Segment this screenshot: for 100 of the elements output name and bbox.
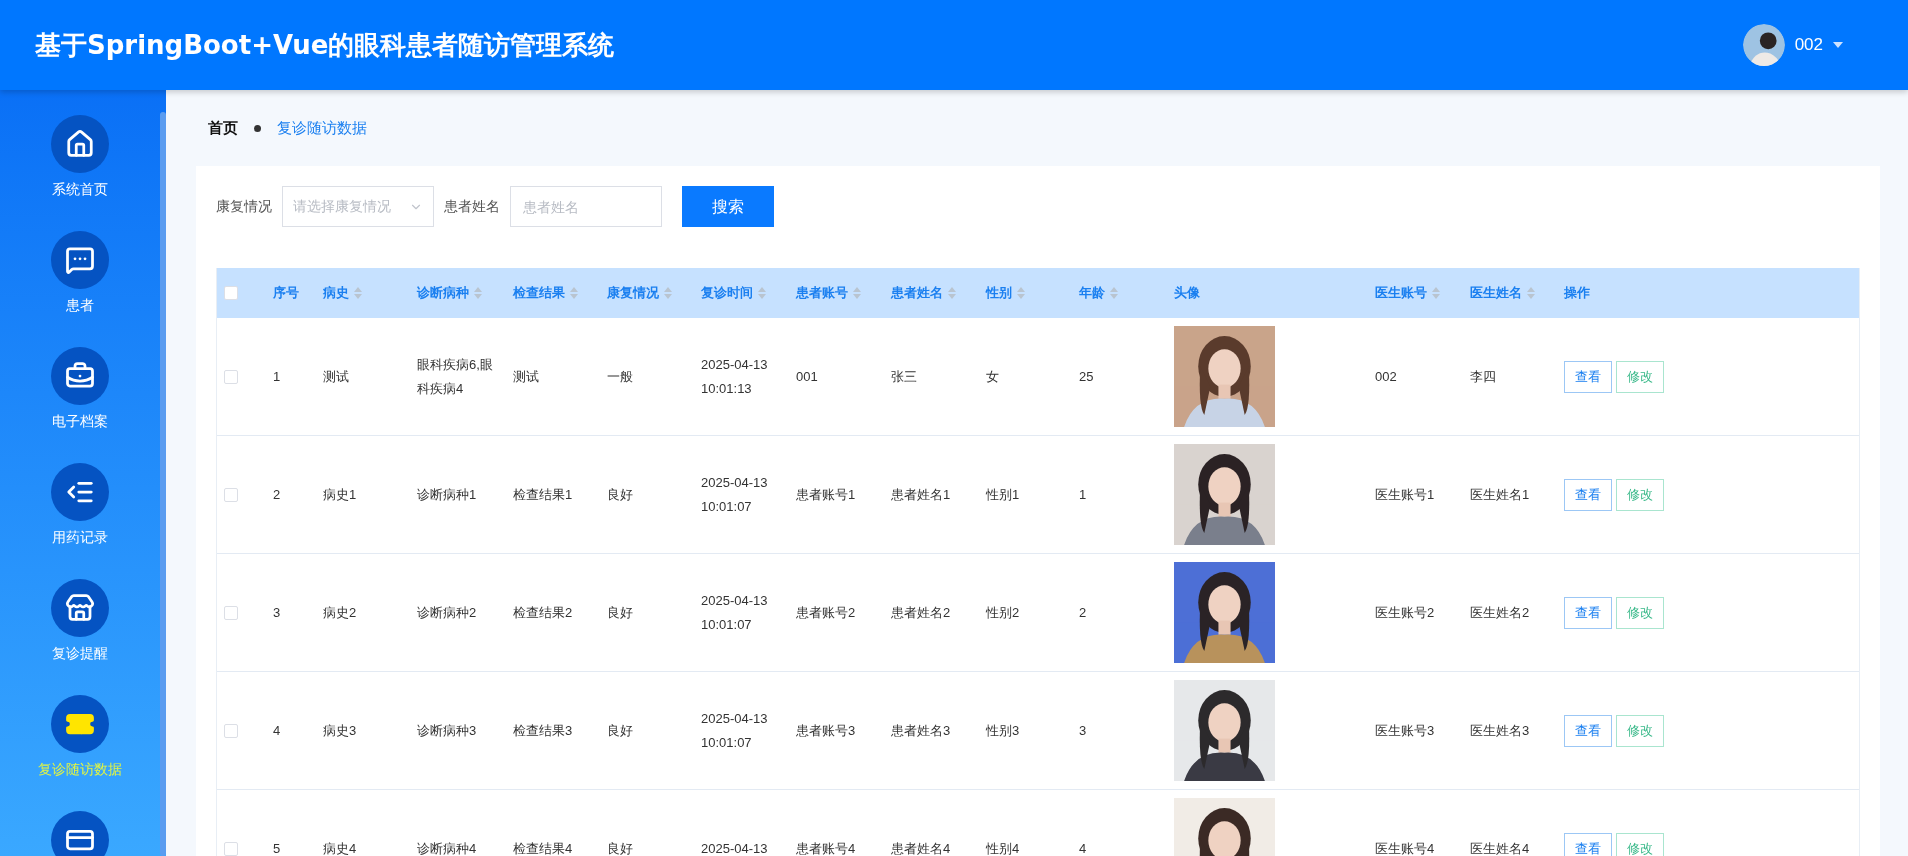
column-header: 检查结果: [513, 284, 565, 303]
table-cell: 2: [273, 486, 281, 502]
sort-icon[interactable]: [1110, 287, 1118, 299]
table-cell: 性别1: [986, 486, 1020, 502]
table-cell: 4: [273, 722, 281, 738]
user-avatar[interactable]: [1742, 24, 1785, 66]
table-cell: 性别3: [986, 722, 1020, 738]
view-button[interactable]: 查看: [1564, 832, 1612, 856]
table-cell: 医生账号1: [1375, 486, 1435, 502]
sort-icon[interactable]: [948, 287, 956, 299]
sidebar-item[interactable]: 复诊随访数据: [5, 695, 155, 780]
edit-button[interactable]: 修改: [1616, 478, 1664, 511]
edit-button[interactable]: 修改: [1616, 714, 1664, 747]
table-cell: 医生姓名2: [1470, 604, 1530, 620]
table-cell: 病史3: [323, 722, 357, 738]
select-field[interactable]: 请选择康复情况: [282, 186, 434, 227]
edit-button[interactable]: 修改: [1616, 832, 1664, 856]
edit-button[interactable]: 修改: [1616, 360, 1664, 393]
table-cell: 诊断病种2: [417, 604, 477, 620]
sort-icon[interactable]: [853, 287, 861, 299]
view-button[interactable]: 查看: [1564, 478, 1612, 511]
checkbox[interactable]: [224, 487, 238, 502]
table-cell: 诊断病种3: [417, 722, 477, 738]
column-header: 操作: [1564, 284, 1590, 303]
breadcrumb-item[interactable]: 首页: [208, 116, 238, 140]
table-cell: 医生姓名1: [1470, 486, 1530, 502]
column-header: 病史: [323, 284, 349, 303]
sidebar-item[interactable]: 患者: [5, 231, 155, 316]
table-cell: 病史1: [323, 486, 357, 502]
view-button[interactable]: 查看: [1564, 360, 1612, 393]
table-cell: 张三: [891, 368, 917, 384]
view-button[interactable]: 查看: [1564, 596, 1612, 629]
table-cell: 2025-04-13 10:01:07: [701, 592, 768, 632]
view-button[interactable]: 查看: [1564, 714, 1612, 747]
table-cell: 检查结果1: [513, 486, 573, 502]
table-cell: 眼科疾病6,眼科疾病4: [417, 356, 493, 396]
sort-icon[interactable]: [474, 287, 482, 299]
table-cell: 李四: [1470, 368, 1496, 384]
checkbox[interactable]: [224, 605, 238, 620]
table-cell: 性别4: [986, 840, 1020, 856]
table-cell: 医生账号4: [1375, 840, 1435, 856]
column-header: 患者账号: [796, 284, 848, 303]
column-header: 头像: [1174, 284, 1200, 303]
table-cell: 患者账号1: [796, 486, 856, 502]
checkbox[interactable]: [224, 369, 238, 384]
column-header: 患者姓名: [891, 284, 943, 303]
checkbox[interactable]: [224, 841, 238, 856]
table-cell: 1: [273, 368, 281, 384]
table-cell: 2025-04-13: [701, 840, 768, 856]
sidebar-item[interactable]: 复诊提醒: [5, 579, 155, 664]
menu-icon: [65, 245, 95, 275]
table-cell: 医生账号2: [1375, 604, 1435, 620]
table-cell: 测试: [513, 368, 539, 384]
table-cell: 检查结果2: [513, 604, 573, 620]
edit-button[interactable]: 修改: [1616, 596, 1664, 629]
column-header: 序号: [273, 284, 299, 303]
table-cell: 患者姓名3: [891, 722, 951, 738]
table-cell: 1: [1079, 486, 1087, 502]
table-cell: 001: [796, 368, 818, 384]
filter-label: 患者姓名: [444, 197, 500, 216]
column-header: 性别: [986, 284, 1012, 303]
menu-icon: [65, 129, 95, 159]
sidebar-item[interactable]: 电子档案: [5, 347, 155, 432]
column-header: 复诊时间: [701, 284, 753, 303]
table-cell: 3: [273, 604, 281, 620]
sort-icon[interactable]: [354, 287, 362, 299]
sidebar-item[interactable]: 系统首页: [5, 115, 155, 200]
table-cell: 诊断病种1: [417, 486, 477, 502]
table-cell: 2: [1079, 604, 1087, 620]
sort-icon[interactable]: [1527, 287, 1535, 299]
breadcrumb-item[interactable]: 复诊随访数据: [277, 116, 367, 140]
table-cell: 女: [986, 368, 999, 384]
table-cell: 医生账号3: [1375, 722, 1435, 738]
sidebar-item[interactable]: 用药记录: [5, 463, 155, 548]
sort-icon[interactable]: [570, 287, 578, 299]
table-cell: 良好: [607, 486, 633, 502]
table-cell: 2025-04-13 10:01:07: [701, 474, 768, 514]
table-cell: 患者姓名1: [891, 486, 951, 502]
caret-icon[interactable]: [1833, 42, 1843, 48]
column-header: 医生账号: [1375, 284, 1427, 303]
filter-label: 康复情况: [216, 197, 272, 216]
column-header: 诊断病种: [417, 284, 469, 303]
checkbox[interactable]: [224, 286, 238, 300]
app-title: 基于SpringBoot+Vue的眼科患者随访管理系统: [35, 28, 615, 62]
sort-icon[interactable]: [758, 287, 766, 299]
search-button[interactable]: 搜索: [682, 186, 774, 227]
table-cell: 医生姓名4: [1470, 840, 1530, 856]
name-field[interactable]: 患者姓名: [510, 186, 662, 227]
table-cell: 4: [1079, 840, 1087, 856]
table-cell: 良好: [607, 722, 633, 738]
user-name[interactable]: 002: [1794, 32, 1823, 58]
sort-icon[interactable]: [664, 287, 672, 299]
table-cell: 诊断病种4: [417, 840, 477, 856]
table-cell: 2025-04-13 10:01:07: [701, 710, 768, 750]
sort-icon[interactable]: [1017, 287, 1025, 299]
table-cell: 检查结果3: [513, 722, 573, 738]
table-cell: 性别2: [986, 604, 1020, 620]
table-cell: 2025-04-13 10:01:13: [701, 356, 768, 396]
checkbox[interactable]: [224, 723, 238, 738]
sort-icon[interactable]: [1432, 287, 1440, 299]
